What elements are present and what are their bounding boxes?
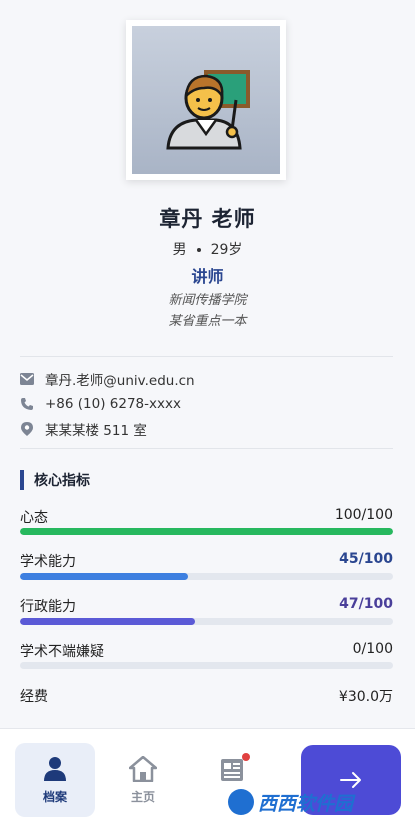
avatar — [126, 20, 286, 180]
watermark-logo-icon — [228, 789, 254, 815]
metric-label: 学术不端嫌疑 — [20, 644, 104, 660]
metric-progress-bar — [20, 573, 393, 580]
metric-label: 心态 — [20, 510, 48, 526]
phone-text: +86 (10) 6278-xxxx — [45, 396, 181, 412]
tab-profile[interactable]: 档案 — [15, 743, 95, 817]
metric-value: 100/100 — [334, 507, 393, 523]
person-icon — [44, 756, 66, 781]
home-icon — [129, 755, 157, 782]
academic-title: 讲师 — [191, 267, 224, 286]
metric-label: 学术能力 — [20, 554, 76, 570]
phone-row[interactable]: +86 (10) 6278-xxxx — [20, 394, 181, 414]
watermark-text: 西西软件园 — [258, 792, 354, 815]
metric-progress-bar — [20, 662, 393, 669]
metric-label: 行政能力 — [20, 599, 76, 615]
university: 某省重点一本 — [168, 314, 247, 329]
news-icon — [221, 759, 243, 781]
metric-progress-fill — [20, 618, 196, 625]
profile-scroll-area[interactable]: 章丹 老师 男 29岁 讲师 新闻传播学院 某省重点一本 章丹.老师@univ.e… — [0, 0, 415, 728]
location-pin-icon — [20, 422, 34, 436]
section-title: 核心指标 — [34, 473, 90, 489]
separator-dot — [196, 248, 201, 252]
notification-dot — [242, 753, 250, 761]
office-text: 某某某楼 511 室 — [45, 423, 147, 439]
metric-value: 0/100 — [352, 641, 393, 657]
tab-home[interactable]: 主页 — [103, 743, 183, 817]
tab-home-label: 主页 — [130, 789, 155, 804]
gender: 男 — [172, 242, 187, 258]
mail-icon — [20, 372, 34, 386]
metric-value: 45/100 — [339, 551, 393, 567]
gender-age: 男 29岁 — [0, 239, 415, 259]
metric-value: 47/100 — [339, 596, 393, 612]
teacher-avatar-icon — [166, 70, 250, 150]
phone-icon — [20, 397, 34, 411]
teacher-name: 章丹 老师 — [159, 207, 256, 231]
divider — [20, 448, 393, 449]
section-header: 核心指标 — [20, 470, 90, 490]
metric-progress-bar — [20, 618, 393, 625]
metric-progress-fill — [20, 528, 393, 535]
office-row[interactable]: 某某某楼 511 室 — [20, 419, 147, 439]
metric-progress-bar — [20, 528, 393, 535]
metric-progress-fill — [20, 573, 188, 580]
college: 新闻传播学院 — [168, 293, 247, 308]
section-accent-bar — [20, 470, 24, 490]
news-icon-wrap — [220, 753, 250, 784]
tab-profile-label: 档案 — [42, 789, 67, 804]
email-row[interactable]: 章丹.老师@univ.edu.cn — [20, 369, 195, 389]
funds-value: ¥30.0万 — [338, 689, 393, 705]
divider — [20, 356, 393, 357]
age: 29岁 — [210, 242, 243, 258]
funds-label: 经费 — [20, 689, 48, 705]
watermark: 西西软件园 — [228, 787, 353, 817]
email-text: 章丹.老师@univ.edu.cn — [45, 373, 195, 389]
